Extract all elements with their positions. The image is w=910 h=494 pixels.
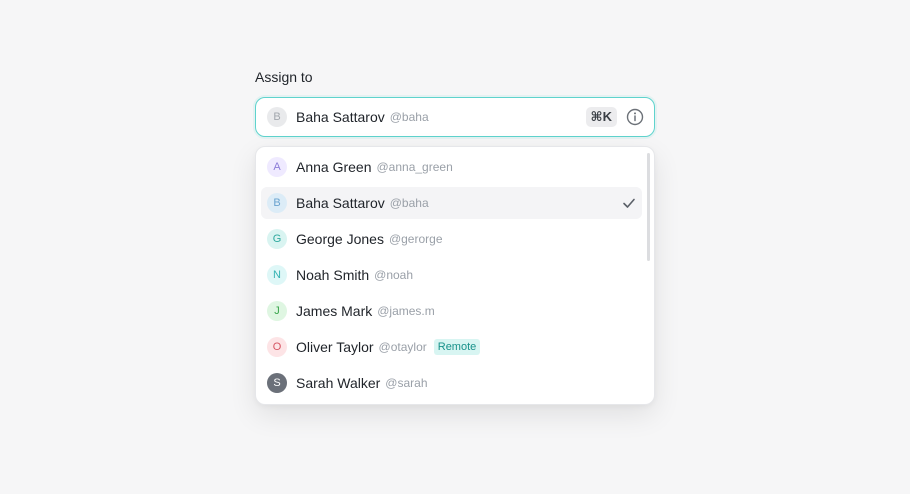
avatar: G [267,229,287,249]
avatar: N [267,265,287,285]
option-otaylor[interactable]: O Oliver Taylor @otaylor Remote [261,331,642,363]
option-baha[interactable]: B Baha Sattarov @baha [261,187,642,219]
option-name: Oliver Taylor [296,339,374,355]
option-list: A Anna Green @anna_green B Baha Sattarov @bah… [261,151,642,399]
assignee-dropdown-menu: A Anna Green @anna_green B Baha Sattarov @bah… [255,146,655,405]
field-label: Assign to [255,69,313,85]
check-icon [622,196,636,210]
avatar: S [267,373,287,393]
scrollbar-thumb[interactable] [647,153,650,261]
keyboard-shortcut-badge: ⌘K [585,107,617,127]
option-anna-green[interactable]: A Anna Green @anna_green [261,151,642,183]
assignee-select-input[interactable]: B Baha Sattarov @baha ⌘K [255,97,655,137]
avatar: B [267,193,287,213]
option-name: James Mark [296,303,373,319]
option-name: Baha Sattarov [296,195,385,211]
option-handle: @anna_green [376,160,453,174]
option-handle: @gerorge [388,232,443,246]
option-handle: @james.m [377,304,435,318]
avatar: O [267,337,287,357]
option-name: Noah Smith [296,267,370,283]
selected-avatar: B [267,107,287,127]
option-name: Anna Green [296,159,372,175]
selected-handle: @baha [389,110,429,124]
option-name: Sarah Walker [296,375,381,391]
option-james-m[interactable]: J James Mark @james.m [261,295,642,327]
option-name: George Jones [296,231,384,247]
option-gerorge[interactable]: G George Jones @gerorge [261,223,642,255]
option-sarah[interactable]: S Sarah Walker @sarah [261,367,642,399]
status-badge: Remote [433,339,481,355]
selected-name: Baha Sattarov [296,109,385,125]
avatar: A [267,157,287,177]
assign-combobox: Assign to B Baha Sattarov @baha ⌘K A Anna… [255,68,655,405]
option-noah[interactable]: N Noah Smith @noah [261,259,642,291]
avatar: J [267,301,287,321]
info-circle-icon[interactable] [626,108,644,126]
option-handle: @sarah [385,376,428,390]
option-handle: @baha [389,196,429,210]
option-handle: @noah [374,268,414,282]
option-handle: @otaylor [378,340,427,354]
